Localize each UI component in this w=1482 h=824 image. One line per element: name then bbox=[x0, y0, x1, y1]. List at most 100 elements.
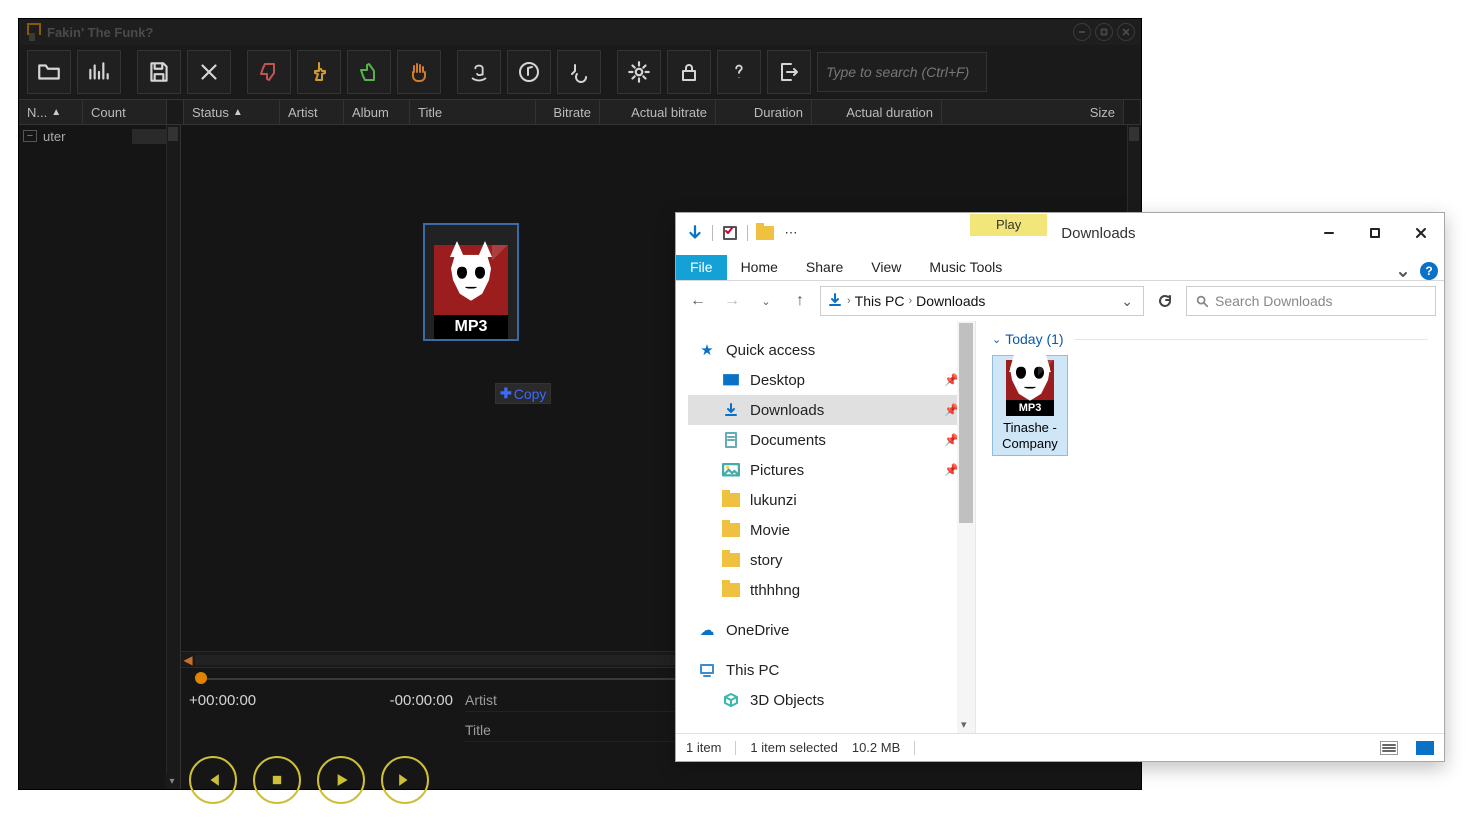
delete-button[interactable] bbox=[187, 50, 231, 94]
spectrum-button[interactable] bbox=[77, 50, 121, 94]
col-count[interactable]: Count bbox=[83, 100, 167, 124]
tree-item-folder[interactable]: tthhhng bbox=[688, 575, 975, 605]
beatport-button[interactable] bbox=[557, 50, 601, 94]
col-name[interactable]: N...▲ bbox=[19, 100, 83, 124]
status-size: 10.2 MB bbox=[852, 740, 900, 755]
tree-item-desktop[interactable]: Desktop📌 bbox=[688, 365, 975, 395]
tab-home[interactable]: Home bbox=[727, 255, 792, 280]
maximize-button[interactable] bbox=[1095, 23, 1113, 41]
qat-overflow-icon[interactable]: ⋯ bbox=[782, 224, 800, 242]
documents-icon bbox=[722, 431, 740, 449]
play-button[interactable] bbox=[317, 756, 365, 804]
time-remaining: -00:00:00 bbox=[390, 692, 453, 742]
ribbon-contextual-play[interactable]: Play bbox=[970, 214, 1047, 236]
col-bitrate[interactable]: Bitrate bbox=[536, 100, 600, 124]
seek-handle[interactable] bbox=[195, 672, 207, 684]
save-button[interactable] bbox=[137, 50, 181, 94]
status-selected: 1 item selected bbox=[750, 740, 837, 755]
plus-icon: ✚ bbox=[500, 385, 512, 402]
app-title: Fakin' The Funk? bbox=[47, 25, 153, 40]
tree-item-folder[interactable]: Movie bbox=[688, 515, 975, 545]
tree-quick-access[interactable]: ★ Quick access bbox=[688, 335, 975, 365]
thumbs-down-button[interactable] bbox=[247, 50, 291, 94]
disc-button[interactable] bbox=[507, 50, 551, 94]
col-artist[interactable]: Artist bbox=[280, 100, 344, 124]
collapse-icon[interactable]: − bbox=[23, 130, 37, 142]
tab-view[interactable]: View bbox=[857, 255, 915, 280]
tree-item-downloads[interactable]: Downloads📌 bbox=[688, 395, 975, 425]
search-input[interactable]: Type to search (Ctrl+F) bbox=[817, 52, 987, 92]
next-button[interactable] bbox=[381, 756, 429, 804]
amazon-button[interactable] bbox=[457, 50, 501, 94]
col-title[interactable]: Title bbox=[410, 100, 536, 124]
tab-file[interactable]: File bbox=[676, 255, 727, 280]
col-album[interactable]: Album bbox=[344, 100, 410, 124]
refresh-button[interactable] bbox=[1150, 286, 1180, 316]
tree-scroll-down-icon[interactable]: ▾ bbox=[165, 773, 179, 789]
nav-up-button[interactable]: ↑ bbox=[786, 287, 814, 315]
tree-this-pc[interactable]: This PC bbox=[688, 655, 975, 685]
tree-item-documents[interactable]: Documents📌 bbox=[688, 425, 975, 455]
qat-down-icon[interactable] bbox=[686, 224, 704, 242]
app-titlebar[interactable]: Fakin' The Funk? bbox=[19, 19, 1141, 45]
tree-onedrive[interactable]: ☁OneDrive bbox=[688, 615, 975, 645]
open-folder-button[interactable] bbox=[27, 50, 71, 94]
tree-item-folder[interactable]: story bbox=[688, 545, 975, 575]
file-view[interactable]: ⌄ Today (1) MP3 Tinashe - Company bbox=[976, 321, 1444, 733]
nav-forward-button[interactable]: → bbox=[718, 287, 746, 315]
hand-button[interactable] bbox=[397, 50, 441, 94]
desktop-icon bbox=[722, 371, 740, 389]
icons-view-button[interactable] bbox=[1416, 741, 1434, 755]
tree-scrollbar[interactable]: ▾ bbox=[957, 321, 975, 733]
breadcrumb-chevron-icon[interactable]: › bbox=[847, 295, 851, 307]
stop-button[interactable] bbox=[253, 756, 301, 804]
col-actual-bitrate[interactable]: Actual bitrate bbox=[600, 100, 716, 124]
address-bar[interactable]: › This PC › Downloads ⌄ bbox=[820, 286, 1144, 316]
exit-button[interactable] bbox=[767, 50, 811, 94]
breadcrumb-thispc[interactable]: This PC bbox=[855, 293, 905, 309]
prev-button[interactable] bbox=[189, 756, 237, 804]
col-size[interactable]: Size bbox=[942, 100, 1124, 124]
time-elapsed: +00:00:00 bbox=[189, 692, 256, 742]
minimize-button[interactable] bbox=[1073, 23, 1091, 41]
qat-props-icon[interactable] bbox=[721, 224, 739, 242]
tree-row[interactable]: − uter 0 bbox=[19, 125, 180, 147]
tab-share[interactable]: Share bbox=[792, 255, 857, 280]
lock-button[interactable] bbox=[667, 50, 711, 94]
breadcrumb-chevron-icon[interactable]: › bbox=[908, 295, 912, 307]
explorer-search-input[interactable]: Search Downloads bbox=[1186, 286, 1436, 316]
details-view-button[interactable] bbox=[1380, 741, 1398, 755]
group-header[interactable]: ⌄ Today (1) bbox=[992, 331, 1428, 347]
file-item-selected[interactable]: MP3 Tinashe - Company bbox=[992, 355, 1068, 456]
explorer-titlebar[interactable]: ⋯ Play Downloads bbox=[676, 213, 1444, 253]
qat-folder-icon[interactable] bbox=[756, 224, 774, 242]
nav-history-dropdown[interactable]: ⌄ bbox=[752, 287, 780, 315]
breadcrumb-downloads[interactable]: Downloads bbox=[916, 293, 985, 309]
explorer-title: Downloads bbox=[1061, 225, 1135, 242]
tab-music-tools[interactable]: Music Tools bbox=[915, 255, 1016, 280]
help-icon[interactable]: ? bbox=[1420, 262, 1438, 280]
explorer-maximize-button[interactable] bbox=[1352, 213, 1398, 253]
explorer-close-button[interactable] bbox=[1398, 213, 1444, 253]
ribbon-expand-icon[interactable] bbox=[1392, 268, 1414, 280]
point-up-button[interactable] bbox=[297, 50, 341, 94]
settings-button[interactable] bbox=[617, 50, 661, 94]
thumbs-up-button[interactable] bbox=[347, 50, 391, 94]
dragged-mp3-file[interactable]: MP3 bbox=[423, 223, 519, 341]
player-title-label: Title bbox=[465, 722, 491, 738]
col-status[interactable]: Status▲ bbox=[184, 100, 280, 124]
tree-3d-objects[interactable]: 3D Objects bbox=[688, 685, 975, 715]
tree-scrollbar[interactable] bbox=[166, 125, 180, 789]
mp3-file-icon: MP3 bbox=[434, 245, 508, 339]
nav-back-button[interactable]: ← bbox=[684, 287, 712, 315]
col-duration[interactable]: Duration bbox=[716, 100, 812, 124]
help-button[interactable] bbox=[717, 50, 761, 94]
explorer-minimize-button[interactable] bbox=[1306, 213, 1352, 253]
col-actual-duration[interactable]: Actual duration bbox=[812, 100, 942, 124]
scroll-left-icon[interactable]: ◀ bbox=[181, 653, 195, 667]
tree-item-folder[interactable]: lukunzi bbox=[688, 485, 975, 515]
pc-icon bbox=[698, 661, 716, 679]
address-dropdown-icon[interactable]: ⌄ bbox=[1117, 293, 1137, 310]
tree-item-pictures[interactable]: Pictures📌 bbox=[688, 455, 975, 485]
close-button[interactable] bbox=[1117, 23, 1135, 41]
